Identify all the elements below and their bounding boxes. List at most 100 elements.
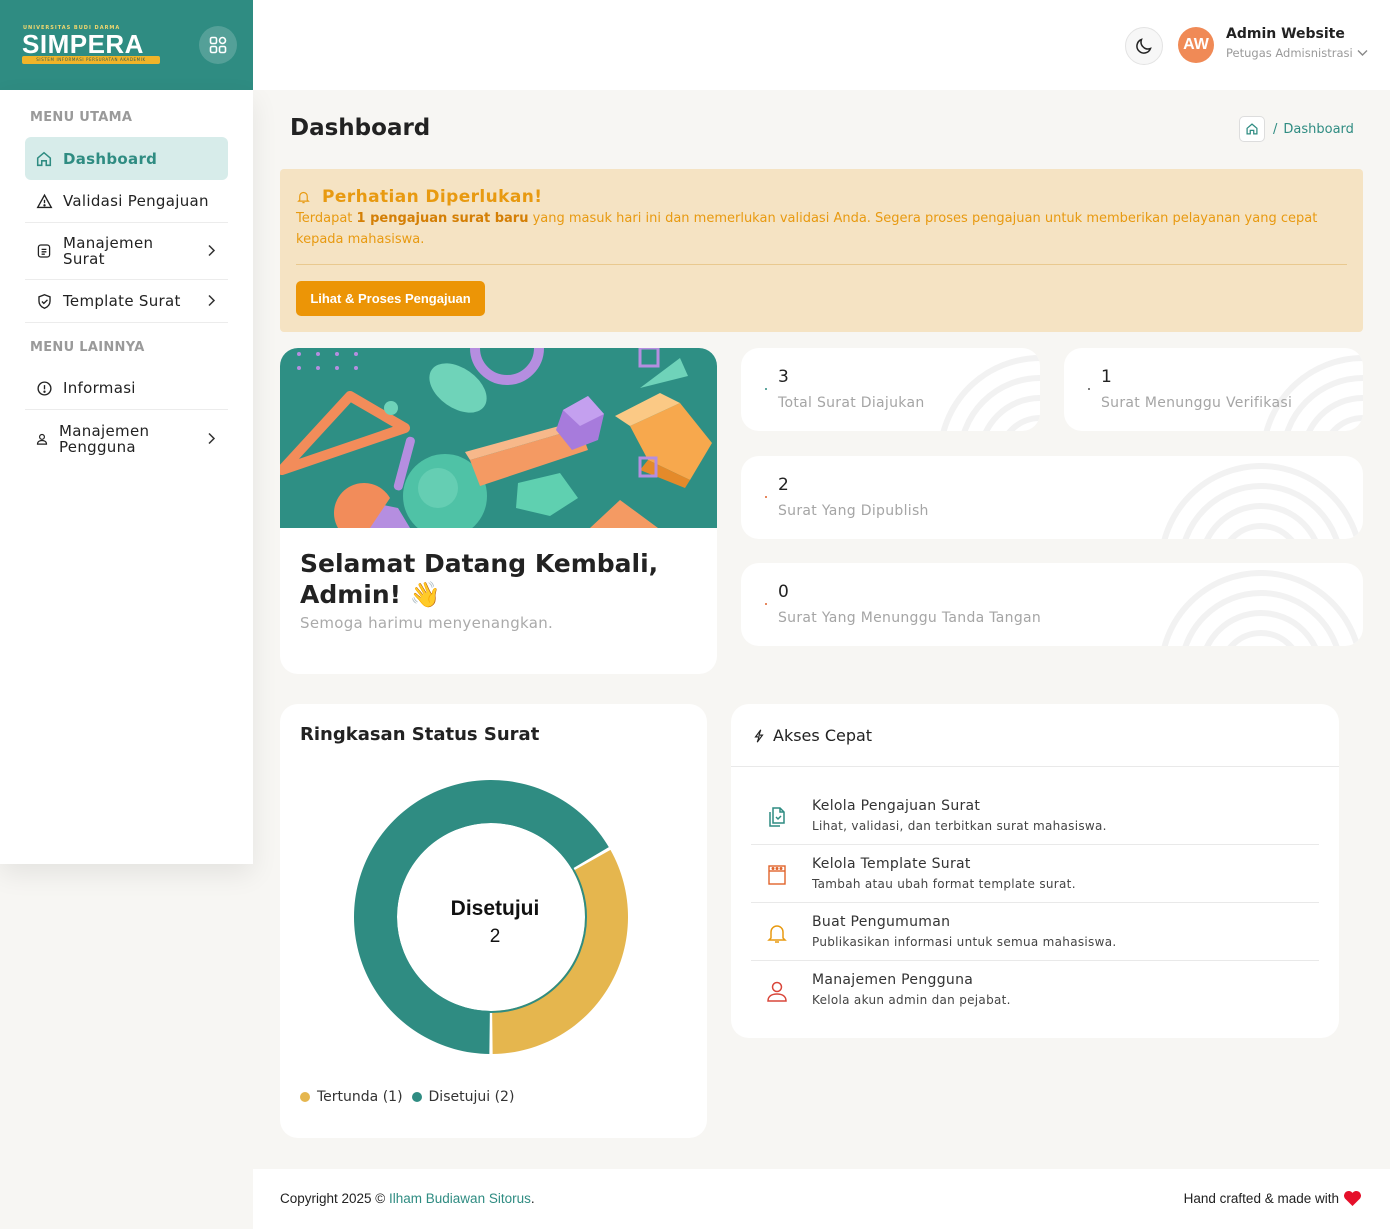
quick-item-kelola-pengajuan[interactable]: Kelola Pengajuan Surat Lihat, validasi, …	[751, 787, 1319, 845]
card-pattern	[1263, 355, 1363, 431]
avatar[interactable]: AW	[1178, 27, 1214, 63]
alert-message: Terdapat 1 pengajuan surat baru yang mas…	[296, 208, 1336, 250]
stat-label: Surat Yang Menunggu Tanda Tangan	[778, 610, 1042, 626]
brand-subtitle: SISTEM INFORMASI PERSURATAN AKADEMIK	[22, 56, 160, 64]
status-donut-chart: Disetujui 2	[354, 780, 628, 1054]
card-pattern	[940, 355, 1040, 431]
card-pattern	[1161, 463, 1361, 539]
copyright: Copyright 2025 © Ilham Budiawan Sitorus.	[280, 1191, 535, 1206]
quick-item-buat-pengumuman[interactable]: Buat Pengumuman Publikasikan informasi u…	[751, 903, 1319, 961]
chevron-right-icon	[206, 242, 216, 261]
documents-icon	[769, 807, 785, 827]
brand-header: UNIVERSITAS BUDI DARMA SIMPERA SISTEM IN…	[0, 0, 253, 90]
warning-icon	[35, 192, 53, 210]
info-icon	[35, 379, 53, 397]
view-process-submission-button[interactable]: Lihat & Proses Pengajuan	[296, 281, 485, 316]
stat-card-waiting-verification: 1 Surat Menunggu Verifikasi	[1064, 348, 1363, 431]
menu-heading-main: MENU UTAMA	[30, 110, 133, 125]
chart-center-value: 2	[490, 926, 501, 947]
sidebar-item-label: Dashboard	[63, 149, 158, 168]
stat-card-published: 2 Surat Yang Dipublish	[741, 456, 1363, 539]
user-name[interactable]: Admin Website	[1226, 26, 1345, 42]
stat-dot	[1088, 388, 1090, 390]
bell-icon	[297, 191, 310, 204]
lightning-icon	[754, 729, 764, 742]
stat-value: 2	[778, 475, 789, 495]
stat-label: Surat Menunggu Verifikasi	[1101, 395, 1293, 411]
quick-item-desc: Tambah atau ubah format template surat.	[812, 877, 1076, 891]
breadcrumb: / Dashboard	[1239, 116, 1354, 142]
attention-alert: Perhatian Diperlukan! Terdapat 1 pengaju…	[280, 169, 1363, 332]
sidebar-item-template-surat[interactable]: Template Surat	[25, 280, 228, 323]
quick-access-title: Akses Cepat	[753, 726, 872, 745]
crafted-text: Hand crafted & made with	[1183, 1191, 1339, 1206]
sidebar: MENU UTAMA Dashboard Validasi Pengajuan …	[0, 90, 253, 864]
stat-card-awaiting-signature: 0 Surat Yang Menunggu Tanda Tangan	[741, 563, 1363, 646]
chevron-right-icon	[206, 429, 216, 448]
home-icon	[1246, 123, 1258, 135]
sidebar-item-manajemen-pengguna[interactable]: Manajemen Pengguna	[25, 410, 228, 467]
home-icon	[35, 150, 53, 168]
author-link[interactable]: Ilham Budiawan Sitorus	[389, 1191, 531, 1206]
sidebar-item-label: Informasi	[63, 379, 136, 397]
shield-check-icon	[35, 292, 53, 310]
quick-item-kelola-template[interactable]: Kelola Template Surat Tambah atau ubah f…	[751, 845, 1319, 903]
sidebar-item-label: Validasi Pengajuan	[63, 192, 209, 210]
alert-divider	[296, 264, 1347, 265]
welcome-heading: Selamat Datang Kembali, Admin! 👋	[300, 549, 659, 609]
sidebar-item-validasi[interactable]: Validasi Pengajuan	[25, 180, 228, 223]
alert-text-highlight: 1 pengajuan surat baru	[356, 211, 529, 226]
quick-access-header: Akses Cepat	[731, 704, 1339, 767]
breadcrumb-home-button[interactable]	[1239, 116, 1265, 142]
legend-swatch	[300, 1092, 310, 1102]
menu-grid-button[interactable]	[199, 26, 237, 64]
sidebar-item-informasi[interactable]: Informasi	[25, 367, 228, 410]
stat-card-total: 3 Total Surat Diajukan	[741, 348, 1040, 431]
stat-value: 1	[1101, 367, 1112, 387]
user-role: Petugas Admisnistrasi	[1226, 46, 1353, 60]
sidebar-item-label: Manajemen Pengguna	[59, 421, 150, 456]
copyright-prefix: Copyright 2025 ©	[280, 1191, 390, 1206]
quick-item-title: Kelola Pengajuan Surat	[812, 798, 981, 814]
sidebar-item-manajemen-surat[interactable]: Manajemen Surat	[25, 223, 228, 280]
breadcrumb-separator: /	[1273, 121, 1278, 137]
legend-label: Disetujui (2)	[428, 1089, 515, 1105]
stat-label: Surat Yang Dipublish	[778, 503, 929, 519]
chart-title: Ringkasan Status Surat	[300, 724, 540, 745]
stat-value: 0	[778, 582, 789, 602]
quick-item-manajemen-pengguna[interactable]: Manajemen Pengguna Kelola akun admin dan…	[751, 961, 1319, 1019]
quick-item-desc: Kelola akun admin dan pejabat.	[812, 993, 1011, 1007]
stat-dot	[765, 388, 767, 390]
sidebar-item-dashboard[interactable]: Dashboard	[25, 137, 228, 180]
heart-icon	[1344, 1190, 1361, 1207]
topbar	[253, 0, 1390, 90]
stat-label: Total Surat Diajukan	[778, 395, 925, 411]
document-icon	[35, 242, 53, 260]
legend-label: Tertunda (1)	[317, 1089, 403, 1105]
menu-heading-other: MENU LAINNYA	[30, 340, 145, 355]
user-icon	[767, 981, 787, 1002]
donut-slice-tertunda[interactable]	[492, 849, 628, 1054]
quick-access-card: Akses Cepat Kelola Pengajuan Surat Lihat…	[731, 704, 1339, 1038]
legend-item-pending[interactable]: Tertunda (1)	[300, 1089, 403, 1105]
stat-dot	[765, 603, 767, 605]
welcome-subtext: Semoga harimu menyenangkan.	[300, 614, 554, 632]
quick-item-title: Kelola Template Surat	[812, 856, 971, 872]
chart-legend: Tertunda (1) Disetujui (2)	[300, 1089, 523, 1105]
footer: Copyright 2025 © Ilham Budiawan Sitorus.…	[253, 1169, 1390, 1229]
user-icon	[35, 430, 49, 448]
alert-text-prefix: Terdapat	[296, 211, 357, 226]
sidebar-item-label: Template Surat	[63, 292, 181, 310]
quick-item-title: Buat Pengumuman	[812, 914, 951, 930]
crafted-note: Hand crafted & made with	[1184, 1190, 1362, 1207]
user-menu-dropdown[interactable]: Petugas Admisnistrasi	[1226, 46, 1368, 60]
template-icon	[768, 865, 786, 885]
chevron-down-icon	[1357, 50, 1368, 56]
theme-toggle-button[interactable]	[1125, 27, 1163, 65]
copyright-suffix: .	[530, 1191, 535, 1206]
stat-value: 3	[778, 367, 789, 387]
chart-center-label: Disetujui	[451, 897, 540, 920]
legend-item-approved[interactable]: Disetujui (2)	[411, 1089, 515, 1105]
quick-item-desc: Lihat, validasi, dan terbitkan surat mah…	[812, 819, 1107, 833]
quick-access-title-text: Akses Cepat	[773, 726, 873, 745]
